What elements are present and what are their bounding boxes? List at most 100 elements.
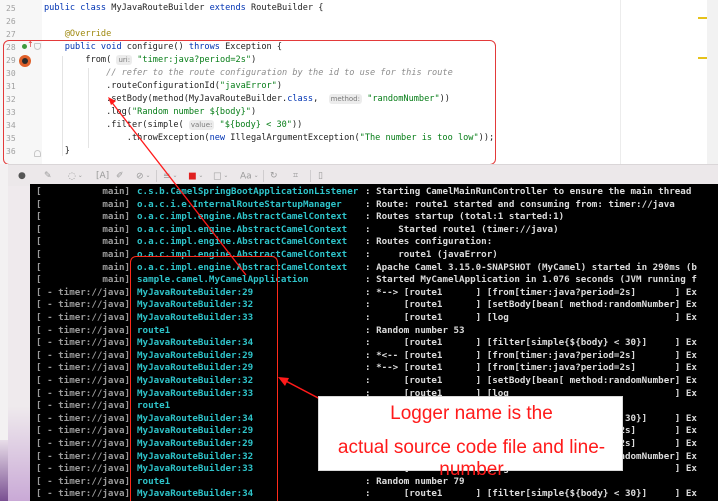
logger-name-highlight-box (130, 256, 278, 501)
fill-color-icon: □ (213, 171, 222, 182)
record-icon: ● (18, 171, 26, 181)
log-thread: [ - timer://java] (36, 450, 131, 462)
log-message: : [route1 ] [log ] Ex (365, 312, 697, 323)
log-line: [ main] o.a.c.impl.engine.AbstractCamelCo… (30, 224, 718, 236)
log-thread: [ - timer://java] (36, 286, 131, 298)
log-message: : *--> [route1 ] [from[timer:java?period… (365, 362, 697, 374)
code-token: MyJavaRouteBuilder (111, 3, 210, 13)
desktop-wallpaper (0, 440, 8, 501)
log-logger-name: o.a.c.impl.engine.AbstractCamelContext (137, 236, 348, 248)
highlight-button[interactable]: ⊘ ⌄ (136, 170, 150, 182)
log-message: : [route1 ] [setBody[bean[ method:random… (365, 299, 697, 311)
log-line: [ main] c.s.b.CamelSpringBootApplicationL… (30, 186, 718, 198)
log-message: : [route1 ] [filter[simple{${body} < 30}… (365, 488, 697, 500)
border-color-button[interactable]: ■ ⌄ (188, 170, 203, 182)
crop-icon: ⌗ (293, 171, 299, 181)
log-message: : Random number 53 (365, 324, 465, 336)
line-number: 25 (6, 4, 16, 13)
highlight-icon: ⊘ (136, 171, 144, 182)
log-thread: [ - timer://java] (36, 412, 131, 424)
log-message: : Starting CamelMainRunController to ens… (365, 186, 692, 197)
log-logger-name: o.a.c.i.e.InternalRouteStartupManager (137, 198, 342, 210)
warning-marker[interactable] (698, 17, 707, 19)
warning-marker[interactable] (698, 57, 707, 59)
code-token: extends (209, 3, 251, 13)
code-token: @Override (64, 29, 112, 39)
log-message: : [route1 ] [filter[simple{${body} < 30}… (365, 337, 697, 349)
log-thread: [ main] (36, 274, 131, 286)
device-button[interactable]: ▯ (318, 170, 323, 182)
sign-icon: ✐ (116, 171, 124, 181)
crop-button[interactable]: ⌗ (293, 170, 298, 182)
log-thread: [ - timer://java] (36, 324, 131, 336)
chevron-down-icon: ⌄ (143, 172, 151, 179)
log-thread: [ - timer://java] (36, 463, 131, 475)
log-message: : Route: route1 started and consuming fr… (365, 198, 675, 210)
chevron-down-icon: ⌄ (196, 172, 204, 179)
log-message: : Started MyCamelApplication in 1.076 se… (365, 274, 697, 286)
log-thread: [ - timer://java] (36, 387, 131, 399)
markup-toolbar: ● ✎ ◌ ⌄ [A] ✐ ⊘ ⌄ ≡ ⌄ ■ ⌄ □ ⌄ Aa ⌄ ↻ ⌗ ▯ (8, 164, 718, 186)
shapes-icon: ◌ (68, 171, 76, 182)
callout-line-1: Logger name is the (390, 403, 553, 424)
toolbar-separator (156, 170, 157, 182)
sketch-icon: ✎ (44, 171, 52, 181)
font-icon: Aa (240, 171, 252, 182)
log-thread: [ - timer://java] (36, 438, 131, 449)
log-thread: [ main] (36, 236, 131, 248)
log-message: : Routes startup (total:1 started:1) (365, 211, 565, 223)
border-color-icon: ■ (188, 171, 197, 182)
log-thread: [ - timer://java] (36, 362, 131, 374)
code-editor[interactable]: 25 public class MyJavaRouteBuilder extend… (0, 0, 718, 165)
log-thread: [ - timer://java] (36, 475, 131, 487)
toolbar-separator (263, 170, 264, 182)
rotate-button[interactable]: ↻ (270, 170, 278, 182)
log-message: : *<-- [route1 ] [from[timer:java?period… (365, 349, 697, 361)
code-line: 25 public class MyJavaRouteBuilder extend… (0, 2, 620, 15)
log-line: [ main] o.a.c.impl.engine.AbstractCamelCo… (30, 211, 718, 223)
line-number: 26 (6, 17, 16, 26)
log-message: : route1 (javaError) (365, 249, 498, 260)
chevron-down-icon: ⌄ (221, 172, 229, 179)
screenshot-side-panel (8, 186, 30, 501)
font-button[interactable]: Aa ⌄ (240, 170, 259, 182)
log-line: [ main] o.a.c.i.e.InternalRouteStartupMan… (30, 199, 718, 211)
log-message: : Started route1 (timer://java) (365, 223, 559, 235)
log-thread: [ main] (36, 223, 131, 235)
chevron-down-icon: ⌄ (75, 172, 83, 179)
device-icon: ▯ (318, 171, 323, 181)
code-highlight-box (3, 40, 496, 165)
code-text: public class MyJavaRouteBuilder extends … (44, 2, 323, 15)
sign-button[interactable]: ✐ (116, 170, 124, 182)
log-thread: [ main] (36, 261, 131, 273)
log-thread: [ main] (36, 249, 131, 260)
log-thread: [ main] (36, 198, 131, 210)
sketch-button[interactable]: ✎ (44, 170, 52, 182)
text-box-button[interactable]: [A] (96, 170, 109, 182)
line-style-button[interactable]: ≡ ⌄ (163, 170, 177, 182)
shapes-button[interactable]: ◌ ⌄ (68, 170, 83, 182)
log-thread: [ main] (36, 186, 131, 197)
log-thread: [ - timer://java] (36, 400, 131, 412)
log-thread: [ - timer://java] (36, 349, 131, 361)
log-thread: [ main] (36, 211, 131, 223)
log-thread: [ - timer://java] (36, 299, 131, 311)
log-logger-name: o.a.c.impl.engine.AbstractCamelContext (137, 211, 348, 223)
code-token: public class (44, 3, 112, 13)
fill-color-button[interactable]: □ ⌄ (213, 170, 228, 182)
code-line: 26 (0, 15, 620, 28)
editor-scrollbar[interactable] (707, 0, 718, 164)
record-button[interactable]: ● (18, 170, 26, 182)
log-logger-name: o.a.c.impl.engine.AbstractCamelContext (137, 223, 348, 235)
chevron-down-icon: ⌄ (251, 172, 259, 179)
log-line: [ main] o.a.c.impl.engine.AbstractCamelCo… (30, 236, 718, 248)
annotation-callout: Logger name is the actual source code fi… (318, 396, 623, 480)
log-thread: [ - timer://java] (36, 488, 131, 500)
log-logger-name: c.s.b.CamelSpringBootApplicationListener (137, 186, 359, 197)
text-box-icon: [A] (96, 171, 110, 181)
log-message: : [route1 ] [setBody[bean[ method:random… (365, 375, 697, 386)
log-message: : *--> [route1 ] [from[timer:java?period… (365, 286, 697, 298)
log-message: : Routes configuration: (365, 236, 493, 248)
code-token: RouteBuilder { (250, 3, 324, 13)
